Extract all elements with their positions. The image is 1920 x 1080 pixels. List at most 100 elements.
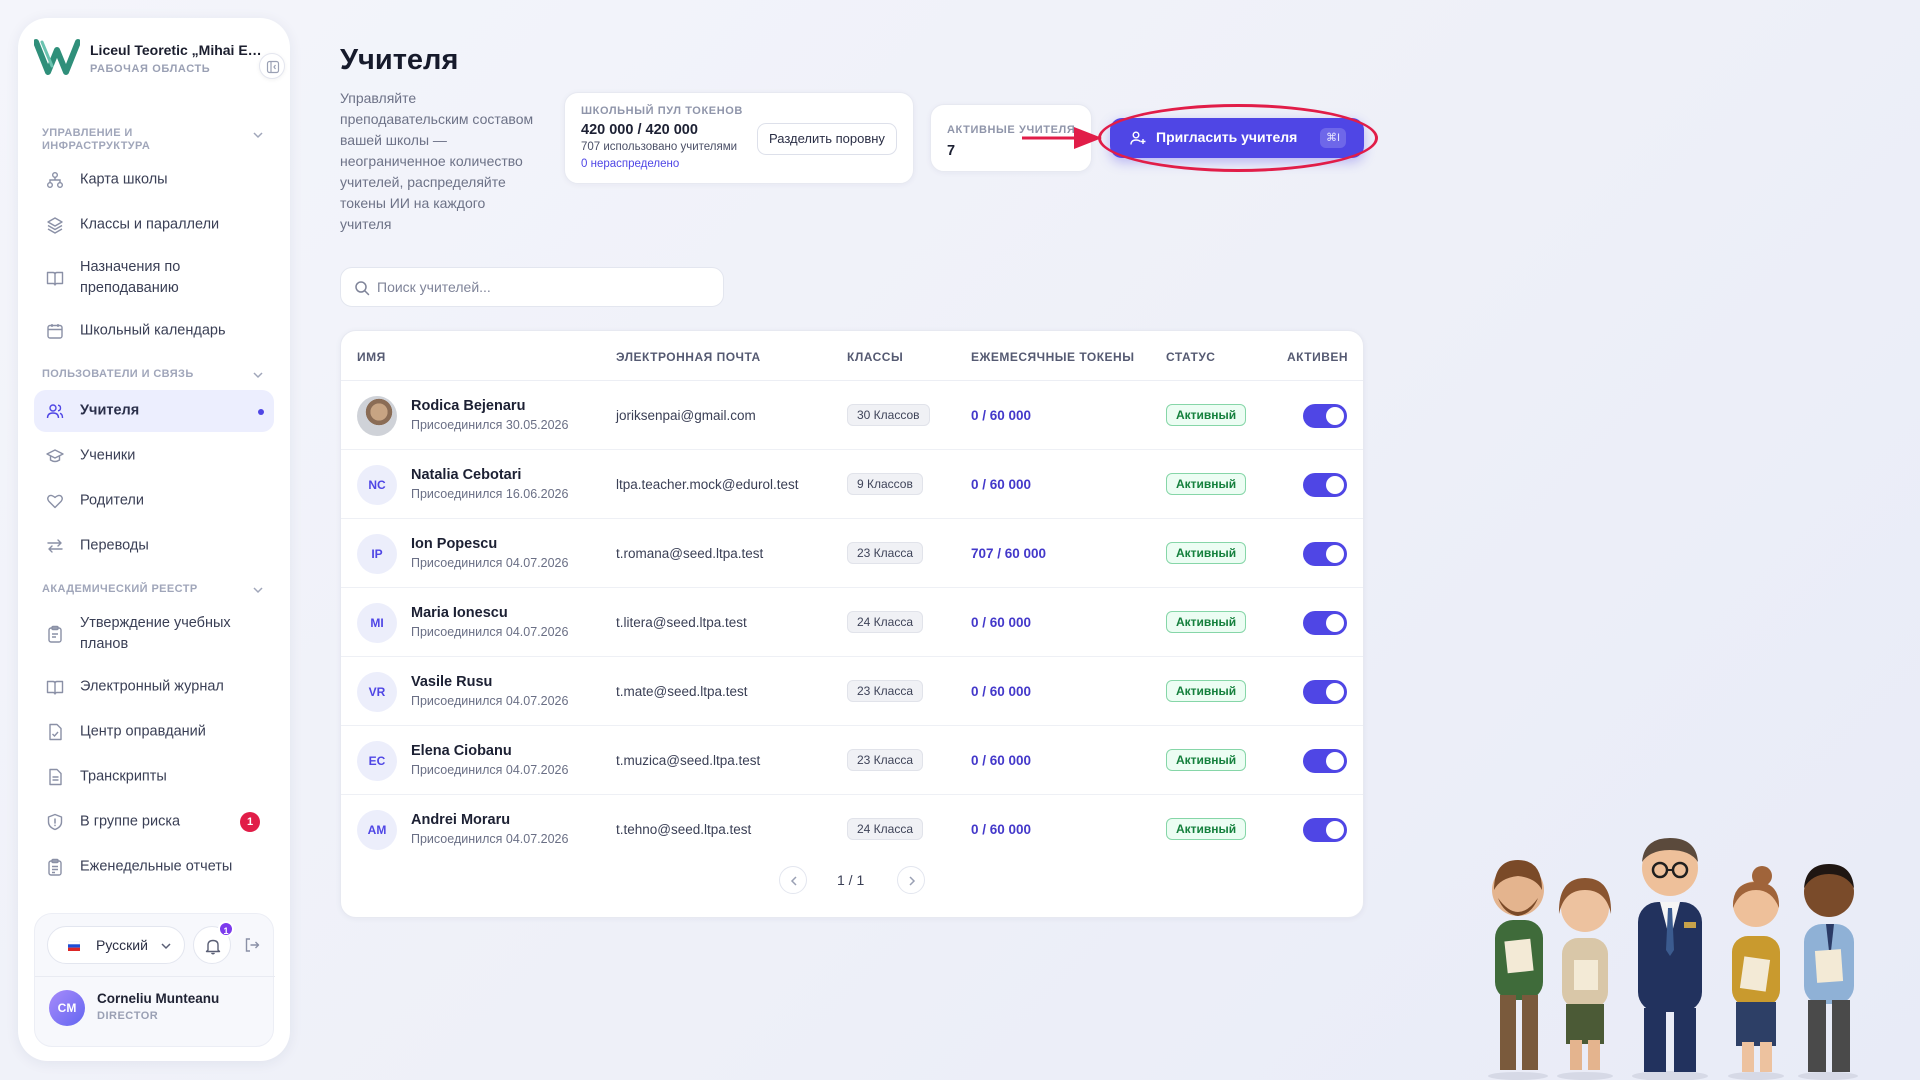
prev-page-button[interactable] [779, 866, 807, 894]
sidebar-item-excuses-center[interactable]: Центр оправданий [34, 711, 274, 753]
sidebar-item-school-calendar[interactable]: Школьный календарь [34, 310, 274, 352]
sidebar-item-teaching-assignments[interactable]: Назначения по преподаванию [34, 249, 274, 307]
monthly-tokens[interactable]: 0 / 60 000 [971, 615, 1031, 630]
sidebar-footer: Русский 1 CM Corneliu Munteanu DIRECTOR [34, 913, 275, 1047]
teacher-avatar: MI [357, 603, 397, 643]
chevron-left-icon [790, 876, 797, 886]
sidebar-item-label: Назначения по преподаванию [80, 259, 181, 296]
active-toggle[interactable] [1303, 473, 1347, 497]
chevron-down-icon [161, 943, 171, 950]
status-badge: Активный [1166, 473, 1247, 495]
token-pool-card: ШКОЛЬНЫЙ ПУЛ ТОКЕНОВ 420 000 / 420 000 7… [564, 92, 914, 184]
teacher-avatar: AM [357, 810, 397, 850]
search-input[interactable] [377, 268, 707, 306]
column-header-name[interactable]: ИМЯ [357, 350, 386, 364]
table-row[interactable]: IP Ion Popescu Присоединился 04.07.2026 … [341, 519, 1363, 588]
section-academic-registry[interactable]: Академический реестр [18, 581, 290, 605]
teacher-joined-date: Присоединился 04.07.2026 [411, 625, 569, 639]
status-badge: Активный [1166, 542, 1247, 564]
table-row[interactable]: VR Vasile Rusu Присоединился 04.07.2026 … [341, 657, 1363, 726]
monthly-tokens[interactable]: 0 / 60 000 [971, 753, 1031, 768]
sidebar-item-teachers[interactable]: Учителя [34, 390, 274, 432]
teacher-email: ltpa.teacher.mock@edurol.test [616, 477, 799, 492]
teacher-joined-date: Присоединился 04.07.2026 [411, 763, 569, 777]
sidebar-item-classes[interactable]: Классы и параллели [34, 204, 274, 246]
active-toggle[interactable] [1303, 818, 1347, 842]
status-badge: Активный [1166, 611, 1247, 633]
section-management-infrastructure[interactable]: Управление и инфраструктура [18, 123, 290, 159]
monthly-tokens[interactable]: 0 / 60 000 [971, 477, 1031, 492]
sidebar-item-electronic-journal[interactable]: Электронный журнал [34, 666, 274, 708]
sidebar-item-transcripts[interactable]: Транскрипты [34, 756, 274, 798]
sidebar-item-label: Ученики [80, 447, 136, 464]
table-row[interactable]: MI Maria Ionescu Присоединился 04.07.202… [341, 588, 1363, 657]
sidebar-item-curriculum-approval[interactable]: Утверждение учебных планов [34, 605, 274, 663]
classes-count-badge: 9 Классов [847, 473, 923, 495]
sidebar-item-transfers[interactable]: Переводы [34, 525, 274, 567]
column-header-classes[interactable]: КЛАССЫ [847, 350, 903, 364]
next-page-button[interactable] [897, 866, 925, 894]
school-name[interactable]: Liceul Teoretic „Mihai Eminescu” [90, 42, 270, 58]
hierarchy-icon [47, 172, 63, 188]
active-toggle[interactable] [1303, 680, 1347, 704]
section-users-communication[interactable]: Пользователи и связь [18, 366, 290, 390]
table-row[interactable]: AM Andrei Moraru Присоединился 04.07.202… [341, 795, 1363, 864]
monthly-tokens[interactable]: 0 / 60 000 [971, 822, 1031, 837]
notifications-button[interactable]: 1 [193, 921, 234, 964]
table-row[interactable]: Rodica Bejenaru Присоединился 30.05.2026… [341, 381, 1363, 450]
classes-count-badge: 24 Класса [847, 818, 924, 840]
active-indicator-dot [258, 409, 264, 415]
search-box [340, 267, 724, 307]
sidebar-item-parents[interactable]: Родители [34, 480, 274, 522]
sidebar-item-students[interactable]: Ученики [34, 435, 274, 477]
token-pool-value: 420 000 / 420 000 [581, 122, 698, 138]
teacher-name: Natalia Cebotari [411, 467, 522, 483]
split-evenly-button[interactable]: Разделить поровну [757, 123, 897, 155]
section-title: Пользователи и связь [42, 368, 194, 380]
table-row[interactable]: EC Elena Ciobanu Присоединился 04.07.202… [341, 726, 1363, 795]
monthly-tokens[interactable]: 707 / 60 000 [971, 546, 1046, 561]
active-toggle[interactable] [1303, 749, 1347, 773]
language-selector[interactable]: Русский [47, 926, 185, 964]
active-toggle[interactable] [1303, 611, 1347, 635]
book-open-icon [46, 271, 64, 286]
teacher-email: t.tehno@seed.ltpa.test [616, 822, 752, 837]
collapse-sidebar-button[interactable] [259, 53, 285, 79]
teacher-avatar: VR [357, 672, 397, 712]
active-toggle[interactable] [1303, 542, 1347, 566]
token-pool-unallocated: 0 нераспределено [581, 158, 680, 170]
sidebar-item-at-risk[interactable]: В группе риска 1 [34, 801, 274, 843]
status-badge: Активный [1166, 818, 1247, 840]
sidebar-item-weekly-reports[interactable]: Еженедельные отчеты [34, 846, 274, 888]
table-header: ИМЯ ЭЛЕКТРОННАЯ ПОЧТА КЛАССЫ ЕЖЕМЕСЯЧНЫЕ… [341, 331, 1363, 381]
column-header-monthly-tokens[interactable]: ЕЖЕМЕСЯЧНЫЕ ТОКЕНЫ [971, 350, 1134, 364]
user-avatar[interactable]: CM [49, 990, 85, 1026]
sidebar-item-label: Транскрипты [80, 768, 167, 785]
pagination: 1 / 1 [341, 866, 1363, 896]
teacher-avatar: EC [357, 741, 397, 781]
logout-icon[interactable] [243, 936, 261, 954]
school-logo-icon [34, 39, 80, 75]
active-toggle[interactable] [1303, 404, 1347, 428]
classes-count-badge: 23 Класса [847, 680, 924, 702]
column-header-status[interactable]: СТАТУС [1166, 350, 1215, 364]
active-teachers-value: 7 [947, 143, 956, 159]
column-header-email[interactable]: ЭЛЕКТРОННАЯ ПОЧТА [616, 350, 761, 364]
sidebar-item-label: Переводы [80, 537, 149, 554]
sidebar-item-school-map[interactable]: Карта школы [34, 159, 274, 201]
at-risk-count-badge: 1 [240, 812, 260, 832]
user-role: DIRECTOR [97, 1010, 159, 1022]
sidebar-item-label: Центр оправданий [80, 723, 206, 740]
monthly-tokens[interactable]: 0 / 60 000 [971, 684, 1031, 699]
teacher-name: Maria Ionescu [411, 605, 508, 621]
chevron-down-icon [253, 372, 263, 379]
monthly-tokens[interactable]: 0 / 60 000 [971, 408, 1031, 423]
teacher-name: Elena Ciobanu [411, 743, 512, 759]
file-check-icon [49, 723, 62, 741]
layers-icon [47, 217, 63, 234]
teacher-avatar: NC [357, 465, 397, 505]
column-header-active[interactable]: АКТИВЕН [1287, 350, 1348, 364]
table-row[interactable]: NC Natalia Cebotari Присоединился 16.06.… [341, 450, 1363, 519]
teacher-joined-date: Присоединился 04.07.2026 [411, 556, 569, 570]
teacher-name: Andrei Moraru [411, 812, 511, 828]
